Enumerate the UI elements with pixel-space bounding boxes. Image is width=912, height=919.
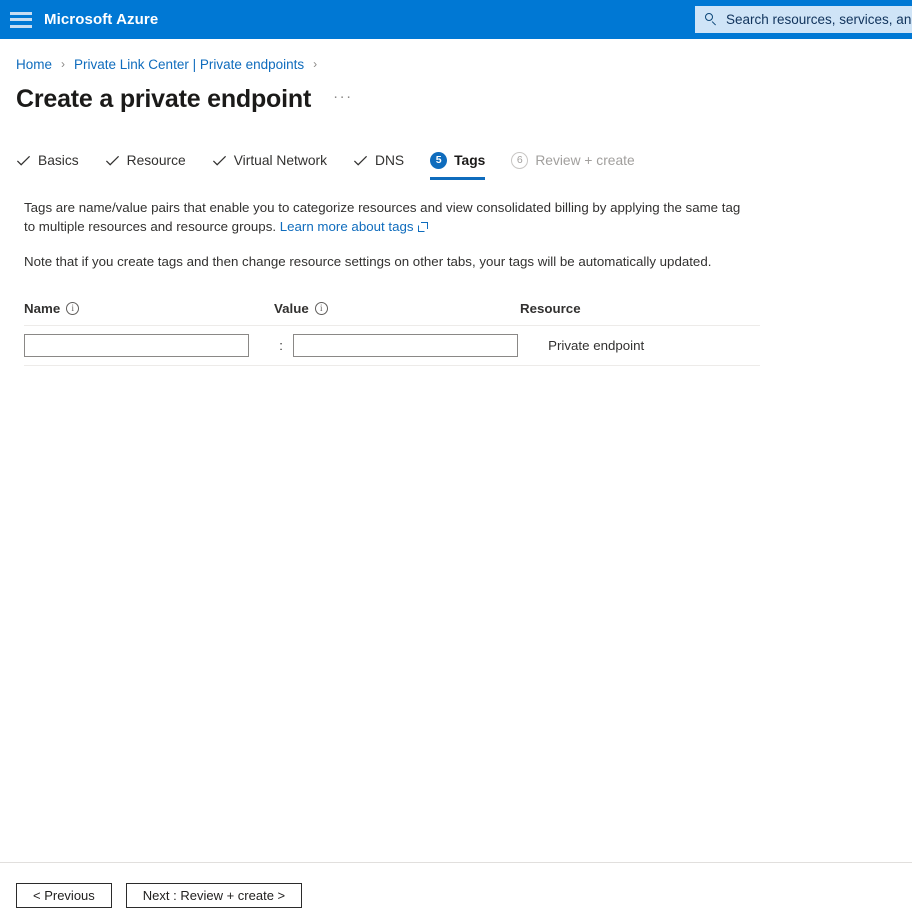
azure-brand-label[interactable]: Microsoft Azure: [44, 11, 158, 28]
column-header-value: Value i: [274, 301, 520, 316]
next-review-create-button[interactable]: Next : Review + create >: [125, 883, 303, 908]
tag-value-input[interactable]: [292, 334, 518, 357]
tag-name-cell: [24, 334, 269, 357]
tab-label: Resource: [126, 152, 186, 168]
info-icon[interactable]: i: [314, 301, 328, 315]
tab-review-create[interactable]: 6 Review + create: [511, 146, 635, 176]
wizard-footer: < Previous Next : Review + create >: [0, 883, 912, 908]
hamburger-bar: [10, 11, 32, 15]
breadcrumb-item-home[interactable]: Home: [16, 57, 52, 72]
search-input-placeholder[interactable]: Search resources, services, and d: [726, 12, 912, 27]
breadcrumb-separator-icon: ›: [61, 57, 66, 71]
tags-table-header-row: Name i Value i Resource: [24, 297, 760, 325]
tag-name-input[interactable]: [24, 334, 249, 357]
hamburger-menu-icon[interactable]: [10, 11, 32, 28]
footer-divider: [0, 862, 912, 863]
check-icon: [212, 155, 226, 166]
breadcrumb-separator-icon: ›: [313, 57, 318, 71]
tab-dns[interactable]: DNS: [353, 146, 404, 176]
page-title: Create a private endpoint: [16, 85, 312, 113]
tags-table: Name i Value i Resource : Private endpoi…: [24, 297, 760, 366]
tab-tags[interactable]: 5 Tags: [430, 146, 486, 180]
column-header-resource: Resource: [520, 301, 750, 316]
previous-button[interactable]: < Previous: [16, 883, 112, 908]
tags-description: Tags are name/value pairs that enable yo…: [24, 198, 744, 236]
tags-note: Note that if you create tags and then ch…: [24, 254, 712, 269]
wizard-tab-list: Basics Resource Virtual Network DNS 5 Ta…: [16, 146, 912, 180]
column-header-label: Value: [274, 300, 309, 316]
check-icon: [16, 155, 31, 166]
learn-more-about-tags-link[interactable]: Learn more about tags: [280, 219, 414, 234]
tab-basics[interactable]: Basics: [16, 146, 79, 176]
top-navigation-bar: Microsoft Azure Search resources, servic…: [0, 0, 912, 39]
check-icon: [353, 155, 368, 166]
breadcrumb: Home › Private Link Center | Private end…: [16, 55, 912, 73]
tab-label: Review + create: [535, 152, 635, 168]
column-header-label: Resource: [520, 300, 581, 316]
search-icon: [705, 13, 718, 26]
hamburger-bar: [10, 18, 32, 21]
global-search-box[interactable]: Search resources, services, and d: [695, 6, 912, 33]
tag-resource-cell: Private endpoint: [548, 338, 645, 353]
tab-step-badge: 6: [511, 151, 529, 169]
external-link-icon: [417, 222, 428, 232]
hamburger-bar: [10, 24, 32, 28]
column-header-label: Name: [24, 300, 61, 316]
column-header-name: Name i: [24, 301, 274, 316]
info-icon[interactable]: i: [66, 301, 80, 315]
name-value-separator: :: [279, 338, 283, 353]
tab-step-badge: 5: [430, 151, 448, 169]
tag-value-cell: [292, 334, 534, 357]
table-row: : Private endpoint: [24, 325, 760, 366]
tab-label: Virtual Network: [233, 152, 327, 168]
page-header: Create a private endpoint ···: [16, 85, 912, 114]
tab-label: Tags: [454, 152, 486, 168]
tab-virtual-network[interactable]: Virtual Network: [212, 146, 327, 176]
tab-label: DNS: [375, 152, 405, 168]
tab-label: Basics: [38, 152, 79, 168]
check-icon: [105, 155, 119, 166]
tab-resource[interactable]: Resource: [105, 146, 186, 176]
more-options-icon[interactable]: ···: [333, 88, 353, 111]
breadcrumb-item-private-link-center[interactable]: Private Link Center | Private endpoints: [74, 57, 304, 72]
